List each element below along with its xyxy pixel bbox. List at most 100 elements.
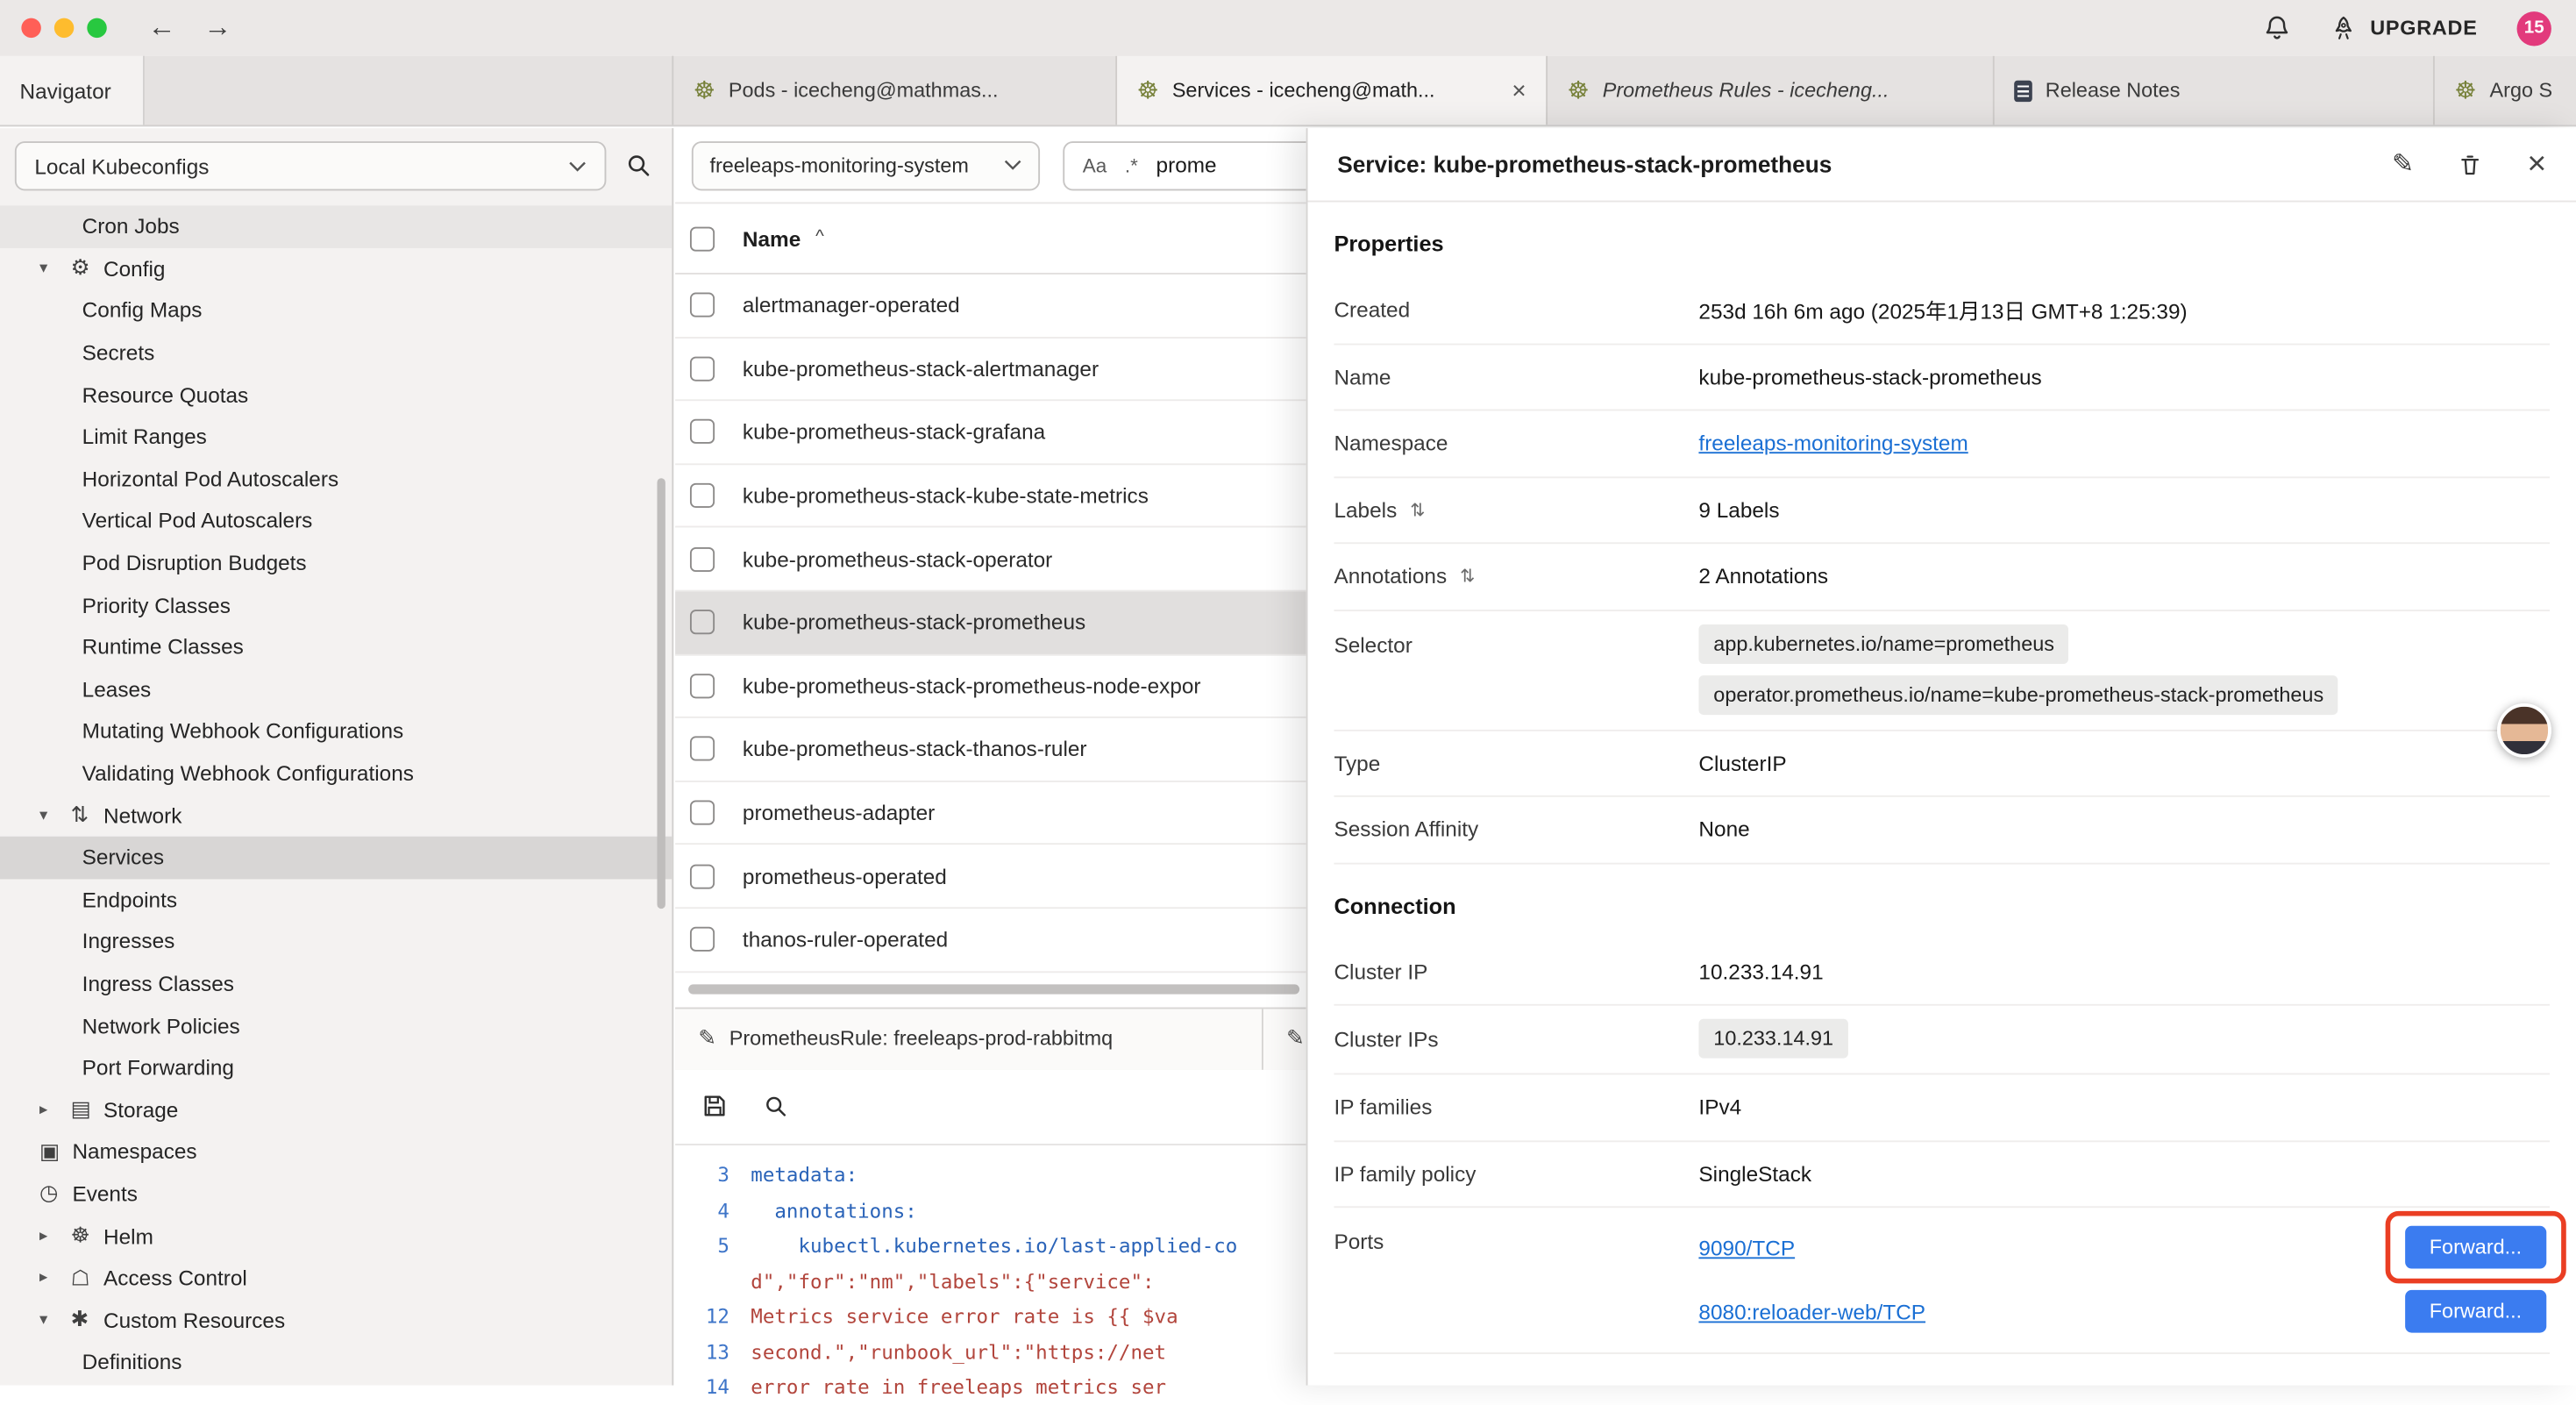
sidebar-item-resource-quotas[interactable]: Resource Quotas	[0, 374, 672, 416]
sidebar-item-config-maps[interactable]: Config Maps	[0, 289, 672, 332]
row-checkbox[interactable]	[690, 546, 715, 571]
chevron-down-icon[interactable]: ▾	[39, 1311, 71, 1330]
row-checkbox[interactable]	[690, 356, 715, 381]
notification-count-badge[interactable]: 15	[2517, 11, 2551, 45]
edit-resource-icon[interactable]: ✎	[2392, 148, 2414, 181]
sidebar-item-ingress-classes[interactable]: Ingress Classes	[0, 962, 672, 1004]
port-link[interactable]: 8080:reloader-web/TCP	[1698, 1299, 1925, 1323]
property-value: kube-prometheus-stack-prometheus	[1698, 364, 2550, 389]
sidebar-item-label: Resource Quotas	[82, 382, 249, 407]
sidebar-item-access-control[interactable]: ▸☖Access Control	[0, 1257, 672, 1299]
tab-pods-icecheng-mathmas[interactable]: ☸Pods - icecheng@mathmas...	[673, 56, 1117, 125]
sidebar-item-port-forwarding[interactable]: Port Forwarding	[0, 1046, 672, 1088]
sidebar-item-services[interactable]: Services	[0, 837, 672, 879]
sidebar-item-vertical-pod-autoscalers[interactable]: Vertical Pod Autoscalers	[0, 500, 672, 542]
namespace-link[interactable]: freeleaps-monitoring-system	[1698, 431, 1968, 455]
regex-toggle[interactable]: .*	[1125, 153, 1138, 176]
port-link[interactable]: 9090/TCP	[1698, 1235, 1795, 1259]
sort-toggle-icon[interactable]: ⇅	[1460, 566, 1475, 587]
minimize-window-button[interactable]	[54, 18, 74, 38]
navigator-search-icon[interactable]	[626, 153, 652, 179]
chevron-down-icon[interactable]: ▾	[39, 260, 71, 278]
sort-toggle-icon[interactable]: ⇅	[1410, 499, 1425, 520]
property-row-created: Created253d 16h 6m ago (2025年1月13日 GMT+8…	[1334, 278, 2550, 345]
code-text: second.","runbook_url":"https://net	[751, 1341, 1166, 1364]
forward-button[interactable]: Forward...	[2405, 1226, 2547, 1269]
code-text: annotations:	[751, 1199, 917, 1222]
user-avatar[interactable]	[2497, 703, 2551, 758]
titlebar: ← → UPGRADE 15	[0, 0, 2576, 56]
sidebar-item-pod-disruption-budgets[interactable]: Pod Disruption Budgets	[0, 542, 672, 584]
sidebar-item-helm[interactable]: ▸☸Helm	[0, 1215, 672, 1257]
sidebar-item-label: Cron Jobs	[82, 214, 180, 239]
chevron-right-icon[interactable]: ▸	[39, 1101, 71, 1119]
forward-button[interactable]: Forward...	[2405, 1290, 2547, 1333]
property-label: Created	[1334, 298, 1698, 323]
sidebar-item-secrets[interactable]: Secrets	[0, 332, 672, 374]
sidebar-item-priority-classes[interactable]: Priority Classes	[0, 584, 672, 626]
sidebar-item-network-policies[interactable]: Network Policies	[0, 1004, 672, 1046]
notifications-bell-icon[interactable]	[2263, 15, 2289, 41]
sidebar-item-ingresses[interactable]: Ingresses	[0, 920, 672, 962]
sidebar-item-mutating-webhook-configurations[interactable]: Mutating Webhook Configurations	[0, 710, 672, 752]
chevron-down-icon[interactable]: ▾	[39, 806, 71, 824]
row-checkbox[interactable]	[690, 801, 715, 825]
row-checkbox[interactable]	[690, 674, 715, 698]
editor-search-icon[interactable]	[764, 1094, 788, 1118]
row-checkbox[interactable]	[690, 483, 715, 508]
sidebar-item-storage[interactable]: ▸▤Storage	[0, 1088, 672, 1130]
row-checkbox[interactable]	[690, 927, 715, 952]
sidebar-item-network[interactable]: ▾⇅Network	[0, 795, 672, 837]
delete-resource-icon[interactable]	[2459, 152, 2483, 176]
sidebar-item-config[interactable]: ▾⚙Config	[0, 247, 672, 289]
kubeconfig-selector[interactable]: Local Kubeconfigs	[15, 141, 607, 190]
sidebar-item-events[interactable]: ◷Events	[0, 1173, 672, 1215]
sidebar-item-custom-resources[interactable]: ▾✱Custom Resources	[0, 1299, 672, 1341]
upgrade-button[interactable]: UPGRADE	[2329, 14, 2477, 42]
history-back-button[interactable]: ←	[148, 11, 176, 44]
chevron-right-icon[interactable]: ▸	[39, 1227, 71, 1245]
zoom-window-button[interactable]	[87, 18, 106, 38]
property-label: Type	[1334, 751, 1698, 775]
column-header-name[interactable]: Name ^	[743, 226, 824, 251]
navigator-panel-tab[interactable]: Navigator	[0, 56, 145, 125]
line-number: 14	[675, 1376, 751, 1399]
sidebar-item-leases[interactable]: Leases	[0, 668, 672, 710]
navigator-scrollbar[interactable]	[657, 478, 665, 909]
property-row-cluster-ips: Cluster IPs10.233.14.91	[1334, 1006, 2550, 1075]
sidebar-item-endpoints[interactable]: Endpoints	[0, 879, 672, 921]
sidebar-item-horizontal-pod-autoscalers[interactable]: Horizontal Pod Autoscalers	[0, 458, 672, 500]
service-name: kube-prometheus-stack-prometheus	[743, 610, 1085, 635]
sidebar-item-runtime-classes[interactable]: Runtime Classes	[0, 626, 672, 668]
editor-tab-prometheusrule[interactable]: ✎ PrometheusRule: freeleaps-prod-rabbitm…	[675, 1009, 1263, 1069]
sidebar-item-cron-jobs[interactable]: Cron Jobs	[0, 205, 672, 247]
sidebar-item-definitions[interactable]: Definitions	[0, 1341, 672, 1383]
horizontal-scrollbar[interactable]	[688, 983, 1299, 993]
tab-label: Pods - icecheng@mathmas...	[729, 79, 999, 102]
sidebar-item-validating-webhook-configurations[interactable]: Validating Webhook Configurations	[0, 752, 672, 795]
select-all-checkbox[interactable]	[690, 226, 715, 251]
tab-prometheus-rules-icecheng[interactable]: ☸Prometheus Rules - icecheng...	[1548, 56, 1995, 125]
close-window-button[interactable]	[21, 18, 40, 38]
save-icon[interactable]	[701, 1093, 728, 1119]
tab-services-icecheng-math[interactable]: ☸Services - icecheng@math...×	[1117, 56, 1548, 125]
match-case-toggle[interactable]: Aa	[1083, 153, 1107, 176]
code-text: error rate in freeleaps metrics ser	[751, 1376, 1166, 1399]
tab-release-notes[interactable]: Release Notes	[1995, 56, 2435, 125]
property-row-selector: Selectorapp.kubernetes.io/name=prometheu…	[1334, 610, 2550, 731]
close-tab-icon[interactable]: ×	[1498, 76, 1526, 104]
row-checkbox[interactable]	[690, 420, 715, 445]
close-drawer-icon[interactable]: ×	[2527, 146, 2546, 183]
chevron-right-icon[interactable]: ▸	[39, 1269, 71, 1287]
row-checkbox[interactable]	[690, 737, 715, 761]
row-checkbox[interactable]	[690, 864, 715, 888]
history-forward-button[interactable]: →	[203, 11, 231, 44]
sidebar-item-limit-ranges[interactable]: Limit Ranges	[0, 416, 672, 458]
tab-argo-s[interactable]: ☸Argo S	[2435, 56, 2576, 125]
edit-icon: ✎	[698, 1025, 715, 1052]
namespace-filter-select[interactable]: freeleaps-monitoring-system	[692, 140, 1040, 189]
row-checkbox[interactable]	[690, 293, 715, 317]
row-checkbox[interactable]	[690, 610, 715, 635]
sidebar-item-namespaces[interactable]: ▣Namespaces	[0, 1130, 672, 1173]
property-row-session-affinity: Session AffinityNone	[1334, 797, 2550, 864]
